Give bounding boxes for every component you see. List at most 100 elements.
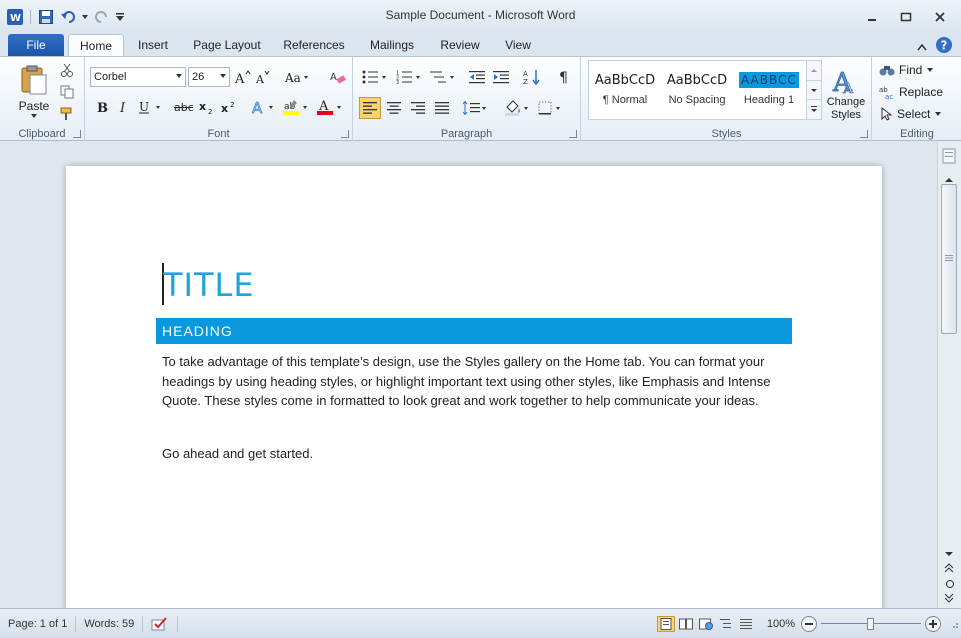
decrease-indent-button[interactable] xyxy=(467,67,487,87)
bullets-button[interactable] xyxy=(361,67,389,87)
font-family-combo[interactable]: Corbel xyxy=(90,67,186,87)
group-editing: Find ab ac Replace Select Editing xyxy=(873,57,961,141)
resize-grip-icon[interactable] xyxy=(949,619,959,629)
maximize-button[interactable] xyxy=(891,8,921,26)
select-cursor-icon xyxy=(881,107,893,121)
svg-text:A: A xyxy=(252,99,263,115)
select-button[interactable]: Select xyxy=(879,104,957,124)
text-effects-button[interactable]: A xyxy=(251,97,277,117)
clipboard-launcher-icon[interactable] xyxy=(73,130,81,138)
zoom-out-button[interactable] xyxy=(801,615,817,632)
subscript-button[interactable]: x2 xyxy=(197,97,217,117)
close-button[interactable] xyxy=(925,8,955,26)
paste-button[interactable]: Paste xyxy=(14,61,54,123)
previous-page-icon[interactable] xyxy=(944,562,954,576)
style-heading-1[interactable]: AABBCC Heading 1 xyxy=(734,63,804,115)
body-paragraph-2[interactable]: Go ahead and get started. xyxy=(162,444,792,464)
help-icon[interactable]: ? xyxy=(935,36,953,57)
minimize-button[interactable] xyxy=(857,8,887,26)
proofing-status[interactable] xyxy=(143,615,179,632)
font-size-value: 26 xyxy=(192,71,205,83)
scroll-thumb[interactable] xyxy=(941,184,957,334)
bold-button[interactable]: B xyxy=(93,97,111,117)
align-left-button[interactable] xyxy=(359,97,381,119)
italic-button[interactable]: I xyxy=(115,97,133,117)
minimize-ribbon-icon[interactable] xyxy=(917,40,927,54)
web-layout-view-icon[interactable] xyxy=(697,616,715,632)
clear-formatting-icon[interactable]: A xyxy=(328,67,348,87)
change-styles-button[interactable]: AA Change Styles xyxy=(824,61,868,127)
styles-scroll-up-icon[interactable] xyxy=(807,61,821,80)
highlight-color-button[interactable]: ab xyxy=(281,97,311,117)
tab-mailings[interactable]: Mailings xyxy=(362,34,422,56)
next-page-icon[interactable] xyxy=(944,592,954,606)
page-count-status[interactable]: Page: 1 of 1 xyxy=(0,615,77,632)
view-buttons xyxy=(651,615,761,632)
styles-launcher-icon[interactable] xyxy=(860,130,868,138)
paragraph-launcher-icon[interactable] xyxy=(569,130,577,138)
align-right-button[interactable] xyxy=(407,97,429,119)
show-formatting-marks-icon[interactable]: ¶ xyxy=(555,67,575,87)
styles-group-label: Styles xyxy=(711,128,742,140)
tab-review[interactable]: Review xyxy=(434,34,486,56)
zoom-in-button[interactable] xyxy=(925,615,941,632)
document-page[interactable]: TITLE HEADING To take advantage of this … xyxy=(66,166,882,608)
tab-view[interactable]: View xyxy=(498,34,538,56)
justify-button[interactable] xyxy=(431,97,453,119)
body-paragraph-1[interactable]: To take advantage of this template’s des… xyxy=(162,352,792,411)
document-heading[interactable]: HEADING xyxy=(156,318,792,344)
font-launcher-icon[interactable] xyxy=(341,130,349,138)
view-ruler-icon[interactable] xyxy=(942,148,956,164)
styles-more-icon[interactable] xyxy=(807,99,821,118)
font-color-button[interactable]: A xyxy=(315,97,345,117)
zoom-slider[interactable] xyxy=(821,616,921,632)
font-size-combo[interactable]: 26 xyxy=(188,67,230,87)
increase-indent-button[interactable] xyxy=(491,67,511,87)
document-area[interactable]: TITLE HEADING To take advantage of this … xyxy=(0,142,961,608)
outline-view-icon[interactable] xyxy=(717,616,735,632)
sort-button[interactable]: AZ xyxy=(521,67,543,87)
word-count-status[interactable]: Words: 59 xyxy=(76,615,144,632)
line-spacing-button[interactable] xyxy=(461,97,489,119)
underline-button[interactable]: U xyxy=(137,97,165,117)
grow-font-icon[interactable]: A xyxy=(234,67,252,87)
find-button[interactable]: Find xyxy=(879,60,957,80)
print-layout-view-icon[interactable] xyxy=(656,615,675,632)
styles-scroll xyxy=(806,61,821,119)
draft-view-icon[interactable] xyxy=(737,616,755,632)
styles-scroll-down-icon[interactable] xyxy=(807,80,821,99)
tab-references[interactable]: References xyxy=(278,34,350,56)
zoom-slider-thumb[interactable] xyxy=(867,617,874,630)
style-no-spacing[interactable]: AaBbCcD No Spacing xyxy=(662,63,732,115)
superscript-button[interactable]: x2 xyxy=(219,97,239,117)
change-case-icon[interactable]: Aa xyxy=(284,67,310,87)
svg-text:Aa: Aa xyxy=(285,71,301,84)
borders-button[interactable] xyxy=(537,97,565,119)
document-title[interactable]: TITLE xyxy=(163,266,255,304)
tab-page-layout[interactable]: Page Layout xyxy=(186,34,268,56)
paste-label: Paste xyxy=(18,99,50,113)
shading-button[interactable] xyxy=(503,97,531,119)
zoom-level[interactable]: 100% xyxy=(761,618,801,630)
tab-insert[interactable]: Insert xyxy=(128,34,178,56)
copy-icon[interactable] xyxy=(58,83,76,101)
svg-text:?: ? xyxy=(941,39,948,53)
tab-file[interactable]: File xyxy=(8,34,64,56)
vertical-scrollbar[interactable] xyxy=(937,142,961,608)
select-browse-object-icon[interactable] xyxy=(945,578,955,592)
numbering-button[interactable]: 123 xyxy=(395,67,423,87)
tab-home[interactable]: Home xyxy=(68,34,124,57)
replace-label: Replace xyxy=(899,85,944,99)
replace-button[interactable]: ab ac Replace xyxy=(879,82,957,102)
shrink-font-icon[interactable]: A xyxy=(254,67,272,87)
svg-text:Z: Z xyxy=(523,78,528,85)
cut-icon[interactable] xyxy=(58,61,76,79)
status-bar: Page: 1 of 1 Words: 59 100% xyxy=(0,608,961,638)
full-screen-reading-view-icon[interactable] xyxy=(677,616,695,632)
align-center-button[interactable] xyxy=(383,97,405,119)
strikethrough-button[interactable]: abc xyxy=(173,97,195,117)
multilevel-list-button[interactable] xyxy=(429,67,457,87)
scroll-down-icon[interactable] xyxy=(944,546,954,560)
format-painter-icon[interactable] xyxy=(58,105,76,123)
style-normal[interactable]: AaBbCcD ¶ Normal xyxy=(590,63,660,115)
